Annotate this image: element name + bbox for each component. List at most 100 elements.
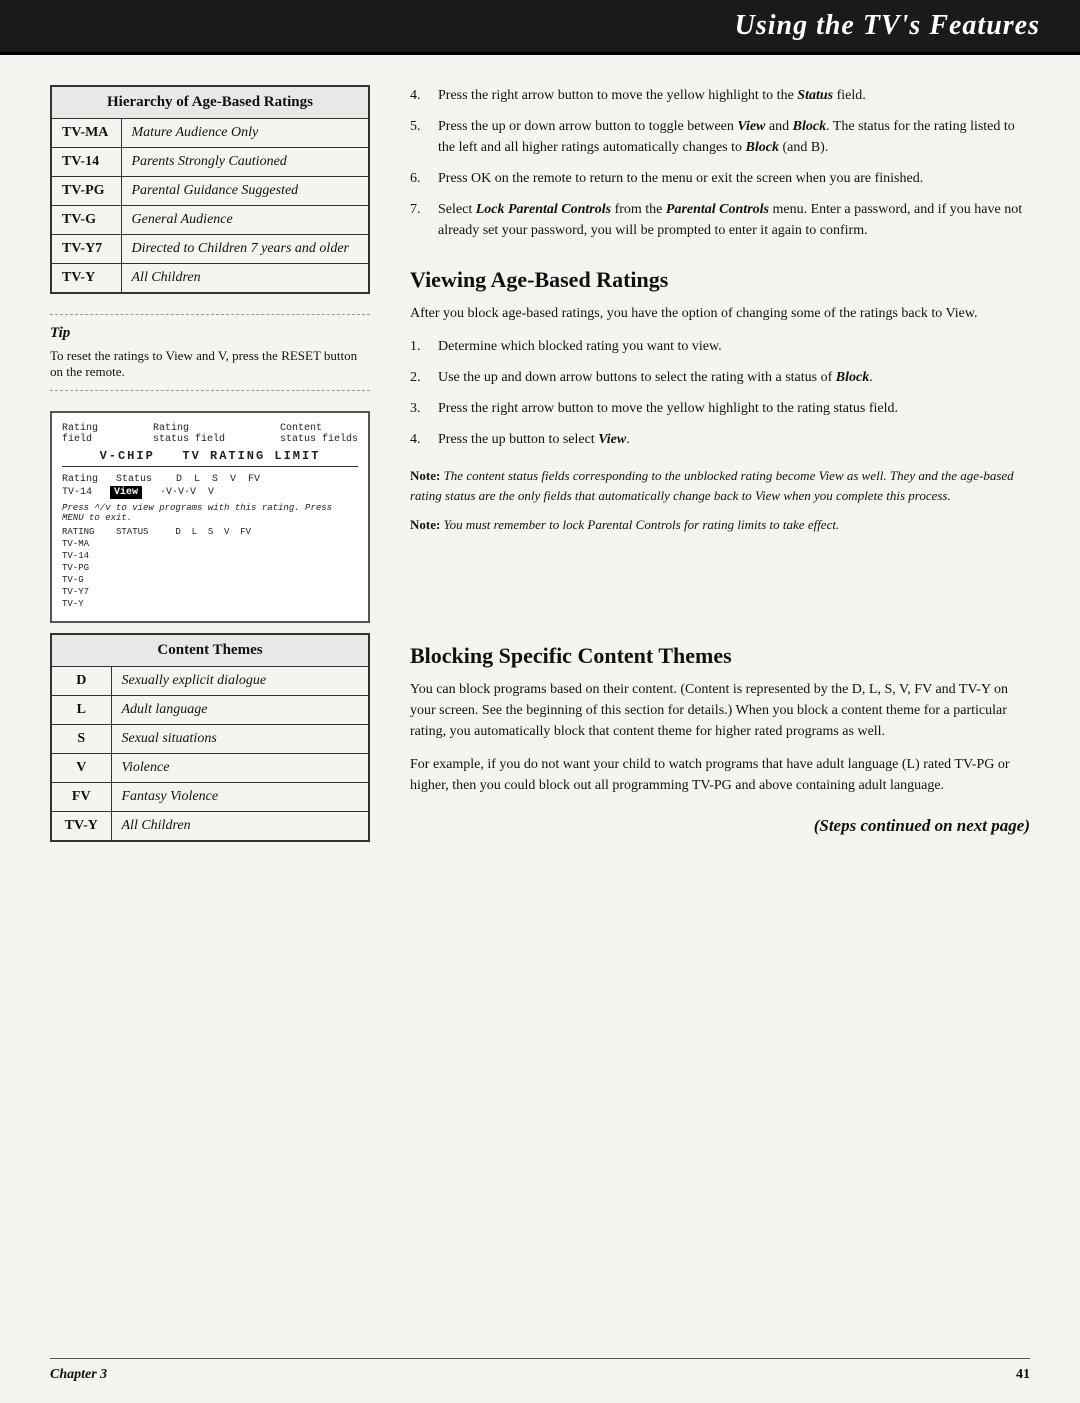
viewing-steps-list: 1. Determine which blocked rating you wan… xyxy=(410,336,1030,450)
table-row: FVFantasy Violence xyxy=(51,783,369,812)
top-steps-list: 4. Press the right arrow button to move t… xyxy=(410,85,1030,251)
table-row: TV-14Parents Strongly Cautioned xyxy=(51,148,369,177)
screen-tvy7-row: TV-Y7 xyxy=(62,587,358,597)
right-column: 4. Press the right arrow button to move t… xyxy=(410,85,1030,623)
rating-code: TV-PG xyxy=(51,177,121,206)
screen-tvy-row: TV-Y xyxy=(62,599,358,609)
step-num: 4. xyxy=(410,429,430,450)
screen-col-labels: Ratingfield Ratingstatus field Contentst… xyxy=(62,423,358,445)
rating-desc: Mature Audience Only xyxy=(121,119,369,148)
viewing-section: Viewing Age-Based Ratings After you bloc… xyxy=(410,267,1030,545)
age-ratings-table: Hierarchy of Age-Based Ratings TV-MAMatu… xyxy=(50,85,370,294)
table-row: TV-GGeneral Audience xyxy=(51,206,369,235)
page-footer: Chapter 3 41 xyxy=(50,1358,1030,1383)
table-row: TV-YAll Children xyxy=(51,812,369,842)
table-row: LAdult language xyxy=(51,696,369,725)
note1: Note: The content status fields correspo… xyxy=(410,466,1030,505)
note2: Note: You must remember to lock Parental… xyxy=(410,515,1030,535)
table-row: VViolence xyxy=(51,754,369,783)
step-text: Use the up and down arrow buttons to sel… xyxy=(438,367,1030,388)
tip-section: Tip To reset the ratings to View and V, … xyxy=(50,314,370,391)
steps-continued: (Steps continued on next page) xyxy=(410,816,1030,836)
list-item: 7.Select Lock Parental Controls from the… xyxy=(410,199,1030,241)
step-num: 7. xyxy=(410,199,430,241)
screen-tv14-row: TV-14 View ·V·V·V V xyxy=(62,486,358,499)
screen-note: Press ^/v to view programs with this rat… xyxy=(62,503,358,523)
rating-code: TV-14 xyxy=(51,148,121,177)
table-row: TV-YAll Children xyxy=(51,264,369,294)
blocking-para1: You can block programs based on their co… xyxy=(410,679,1030,742)
screen-tvma-row: TV-MA xyxy=(62,539,358,549)
screen-status-header: RATING STATUS D L S V FV xyxy=(62,527,358,537)
content-themes-heading: Content Themes xyxy=(51,634,369,667)
chapter-label: Chapter 3 xyxy=(50,1367,107,1383)
step-num: 1. xyxy=(410,336,430,357)
tip-text: To reset the ratings to View and V, pres… xyxy=(50,348,370,380)
step-text: Press OK on the remote to return to the … xyxy=(438,168,1030,189)
page-header: Using the TV's Features xyxy=(0,0,1080,55)
theme-desc: Adult language xyxy=(111,696,369,725)
step-text: Determine which blocked rating you want … xyxy=(438,336,1030,357)
col1-label: Ratingfield xyxy=(62,423,98,445)
viewing-heading: Viewing Age-Based Ratings xyxy=(410,267,1030,293)
page-title: Using the TV's Features xyxy=(735,10,1040,41)
note2-label: Note: xyxy=(410,517,440,532)
step-num: 5. xyxy=(410,116,430,158)
step-num: 2. xyxy=(410,367,430,388)
age-ratings-heading: Hierarchy of Age-Based Ratings xyxy=(51,86,369,119)
list-item: 4.Press the up button to select View. xyxy=(410,429,1030,450)
viewing-intro: After you block age-based ratings, you h… xyxy=(410,303,1030,324)
content-themes-table: Content Themes DSexually explicit dialog… xyxy=(50,633,370,842)
list-item: 1. Determine which blocked rating you wan… xyxy=(410,336,1030,357)
bottom-section: Content Themes DSexually explicit dialog… xyxy=(50,623,1030,842)
page-number: 41 xyxy=(1016,1367,1030,1383)
theme-code: L xyxy=(51,696,111,725)
content-themes-col: Content Themes DSexually explicit dialog… xyxy=(50,623,370,842)
theme-code: S xyxy=(51,725,111,754)
table-row: TV-Y7Directed to Children 7 years and ol… xyxy=(51,235,369,264)
list-item: 6.Press OK on the remote to return to th… xyxy=(410,168,1030,189)
rating-desc: Directed to Children 7 years and older xyxy=(121,235,369,264)
theme-code: TV-Y xyxy=(51,812,111,842)
table-row: TV-MAMature Audience Only xyxy=(51,119,369,148)
note2-text: You must remember to lock Parental Contr… xyxy=(444,517,840,532)
screen-image: Ratingfield Ratingstatus field Contentst… xyxy=(50,411,370,623)
note1-text: The content status fields corresponding … xyxy=(410,468,1014,503)
rating-desc: General Audience xyxy=(121,206,369,235)
theme-code: FV xyxy=(51,783,111,812)
theme-code: D xyxy=(51,667,111,696)
rating-desc: All Children xyxy=(121,264,369,294)
note1-label: Note: xyxy=(410,468,440,483)
rating-code: TV-Y7 xyxy=(51,235,121,264)
step-text: Press the right arrow button to move the… xyxy=(438,85,1030,106)
list-item: 3. Press the right arrow button to move t… xyxy=(410,398,1030,419)
step-text: Press the up or down arrow button to tog… xyxy=(438,116,1030,158)
col3-label: Contentstatus fields xyxy=(280,423,358,445)
theme-desc: Sexual situations xyxy=(111,725,369,754)
view-highlight: View xyxy=(110,486,142,499)
rating-code: TV-Y xyxy=(51,264,121,294)
table-row: SSexual situations xyxy=(51,725,369,754)
screen-rating-header: Rating Status D L S V FV xyxy=(62,473,358,486)
col2-label: Ratingstatus field xyxy=(153,423,225,445)
step-num: 4. xyxy=(410,85,430,106)
theme-desc: Sexually explicit dialogue xyxy=(111,667,369,696)
step-num: 3. xyxy=(410,398,430,419)
list-item: 2. Use the up and down arrow buttons to s… xyxy=(410,367,1030,388)
theme-code: V xyxy=(51,754,111,783)
rating-code: TV-G xyxy=(51,206,121,235)
table-row: DSexually explicit dialogue xyxy=(51,667,369,696)
rating-desc: Parental Guidance Suggested xyxy=(121,177,369,206)
theme-desc: All Children xyxy=(111,812,369,842)
blocking-heading: Blocking Specific Content Themes xyxy=(410,643,1030,669)
screen-tvpg-row: TV-PG xyxy=(62,563,358,573)
rating-desc: Parents Strongly Cautioned xyxy=(121,148,369,177)
blocking-section: Blocking Specific Content Themes You can… xyxy=(410,643,1030,842)
screen-title: V-CHIP TV RATING LIMIT xyxy=(62,449,358,467)
list-item: 4. Press the right arrow button to move t… xyxy=(410,85,1030,106)
screen-tvg-row: TV-G xyxy=(62,575,358,585)
step-text: Select Lock Parental Controls from the P… xyxy=(438,199,1030,241)
step-text: Press the right arrow button to move the… xyxy=(438,398,1030,419)
rating-code: TV-MA xyxy=(51,119,121,148)
blocking-para2: For example, if you do not want your chi… xyxy=(410,754,1030,796)
